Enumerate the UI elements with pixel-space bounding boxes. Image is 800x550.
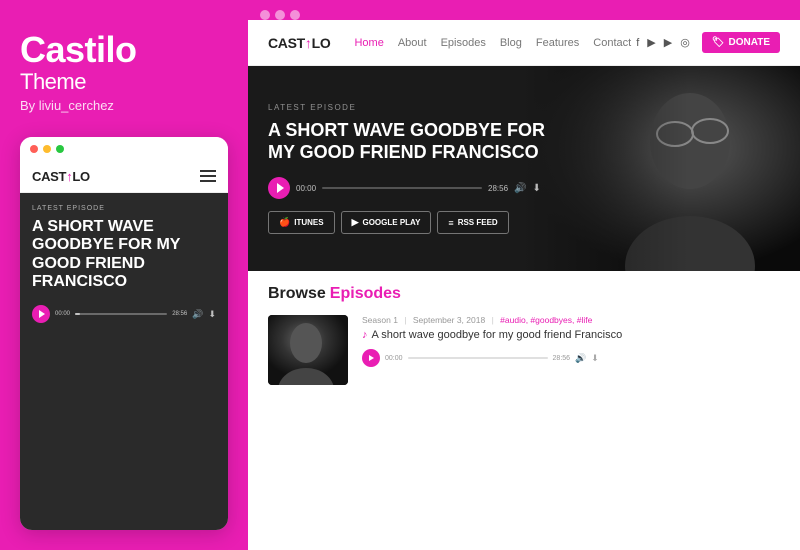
episode-name: ♪ A short wave goodbye for my good frien… xyxy=(362,329,780,341)
subscribe-buttons: 🍎 ITUNES ▶ GOOGLE PLAY ≡ RSS FEED xyxy=(268,211,780,234)
hero-time-end: 28:56 xyxy=(488,184,508,193)
right-panel: CAST↑LO Home About Episodes Blog Feature… xyxy=(248,0,800,550)
hero-volume-icon[interactable]: 🔊 xyxy=(514,183,526,194)
itunes-button[interactable]: 🍎 ITUNES xyxy=(268,211,335,234)
hamburger-bar-2 xyxy=(200,175,216,177)
donate-label: DONATE xyxy=(729,37,770,48)
mockup-time-start: 00:00 xyxy=(55,311,70,317)
browse-episodes-label: Episodes xyxy=(330,285,401,303)
mockup-player: 00:00 28:56 🔊 ⬇ xyxy=(32,305,216,323)
mockup-logo: CAST↑LO xyxy=(32,169,90,184)
brand-author: By liviu_cerchez xyxy=(20,98,228,113)
episode-date: September 3, 2018 xyxy=(413,315,485,325)
meta-separator-2: | xyxy=(492,315,494,325)
brand-title: Castilo Theme xyxy=(20,30,228,94)
facebook-icon[interactable]: f xyxy=(636,37,639,49)
mini-time-start: 00:00 xyxy=(385,355,403,362)
mockup-hero: LATEST EPISODE A SHORT WAVE GOODBYE FOR … xyxy=(20,193,228,530)
titlebar-dot-yellow xyxy=(43,145,51,153)
mockup-episode-title: A SHORT WAVE GOODBYE FOR MY GOOD FRIEND … xyxy=(32,218,216,292)
browser-dot-2 xyxy=(275,10,285,20)
site-logo: CAST↑LO xyxy=(268,35,330,51)
hero-progress-bar[interactable] xyxy=(322,187,482,189)
mockup-icons: 🔊 ⬇ xyxy=(192,309,216,320)
brand-section: Castilo Theme By liviu_cerchez xyxy=(20,30,228,113)
gplay-icon: ▶ xyxy=(352,217,359,228)
mini-player: 00:00 28:56 🔊 ⬇ xyxy=(362,349,780,367)
left-panel: Castilo Theme By liviu_cerchez CAST↑LO L… xyxy=(0,0,248,550)
meta-separator-1: | xyxy=(404,315,406,325)
mockup-progress-fill xyxy=(75,313,80,315)
mockup-latest-label: LATEST EPISODE xyxy=(32,205,216,212)
rss-feed-button[interactable]: ≡ RSS FEED xyxy=(437,211,508,234)
hero-audio-player: 00:00 28:56 🔊 ⬇ xyxy=(268,177,780,199)
mini-play-button[interactable] xyxy=(362,349,380,367)
mockup-time-end: 28:56 xyxy=(172,311,187,317)
episode-meta: Season 1 | September 3, 2018 | #audio, #… xyxy=(362,315,780,325)
episode-tags: #audio, #goodbyes, #life xyxy=(500,315,592,325)
hero-episode-title: A SHORT WAVE GOODBYE FOR MY GOOD FRIEND … xyxy=(268,120,568,163)
hero-player-icons: 🔊 ⬇ xyxy=(514,183,541,194)
titlebar-dot-green xyxy=(56,145,64,153)
nav-about[interactable]: About xyxy=(398,37,427,49)
browse-title: Browse xyxy=(268,285,326,303)
itunes-label: ITUNES xyxy=(294,218,323,227)
mobile-mockup: CAST↑LO LATEST EPISODE A SHORT WAVE GOOD… xyxy=(20,137,228,530)
mini-volume-icon[interactable]: 🔊 xyxy=(575,353,586,364)
latest-episode-label: LATEST EPISODE xyxy=(268,103,780,112)
browser-dot-1 xyxy=(260,10,270,20)
episode-thumbnail xyxy=(268,315,348,385)
browser-content: CAST↑LO Home About Episodes Blog Feature… xyxy=(248,20,800,550)
youtube-icon[interactable]: ▶ xyxy=(664,36,672,49)
nav-links: Home About Episodes Blog Features Contac… xyxy=(354,37,636,49)
mini-time-end: 28:56 xyxy=(553,355,571,362)
titlebar-dot-red xyxy=(30,145,38,153)
browser-chrome xyxy=(248,0,800,20)
episode-season: Season 1 xyxy=(362,315,398,325)
spotify-icon[interactable]: ◎ xyxy=(680,36,690,49)
nav-features[interactable]: Features xyxy=(536,37,579,49)
gplay-label: GOOGLE PLAY xyxy=(362,218,420,227)
episode-info: Season 1 | September 3, 2018 | #audio, #… xyxy=(362,315,780,367)
brand-subtitle: Theme xyxy=(20,70,228,94)
hamburger-bar-1 xyxy=(200,170,216,172)
hero-section: LATEST EPISODE A SHORT WAVE GOODBYE FOR … xyxy=(248,66,800,271)
episode-row: Season 1 | September 3, 2018 | #audio, #… xyxy=(268,315,780,385)
nav-episodes[interactable]: Episodes xyxy=(441,37,486,49)
social-icons: f ▶ ▶ ◎ xyxy=(636,36,690,49)
music-note-icon: ♪ xyxy=(362,329,368,341)
mini-player-icons: 🔊 ⬇ xyxy=(575,353,599,364)
mini-download-icon[interactable]: ⬇ xyxy=(591,353,599,364)
rss-icon: ≡ xyxy=(448,218,453,228)
mockup-progress-bar[interactable] xyxy=(75,313,167,315)
rss-label: RSS FEED xyxy=(458,218,498,227)
browse-header: Browse Episodes xyxy=(268,285,780,303)
hero-time-start: 00:00 xyxy=(296,184,316,193)
hamburger-bar-3 xyxy=(200,180,216,182)
hamburger-icon[interactable] xyxy=(200,170,216,182)
hero-content: LATEST EPISODE A SHORT WAVE GOODBYE FOR … xyxy=(248,66,800,271)
apple-icon: 🍎 xyxy=(279,217,290,228)
google-play-button[interactable]: ▶ GOOGLE PLAY xyxy=(341,211,432,234)
mockup-play-button[interactable] xyxy=(32,305,50,323)
donate-button[interactable]: 🏷 DONATE xyxy=(702,32,780,53)
episode-thumb-art xyxy=(268,315,348,385)
nav-contact[interactable]: Contact xyxy=(593,37,631,49)
nav-home[interactable]: Home xyxy=(354,37,383,49)
volume-icon: 🔊 xyxy=(192,309,203,320)
mockup-titlebar xyxy=(20,137,228,161)
hero-play-button[interactable] xyxy=(268,177,290,199)
mockup-nav: CAST↑LO xyxy=(20,161,228,193)
browse-section: Browse Episodes xyxy=(248,271,800,550)
donate-icon: 🏷 xyxy=(712,37,725,48)
hero-download-icon[interactable]: ⬇ xyxy=(533,183,541,194)
nav-blog[interactable]: Blog xyxy=(500,37,522,49)
play-circle-icon[interactable]: ▶ xyxy=(647,36,655,49)
site-nav: CAST↑LO Home About Episodes Blog Feature… xyxy=(248,20,800,66)
mini-progress-bar[interactable] xyxy=(408,357,548,359)
browser-dot-3 xyxy=(290,10,300,20)
download-icon: ⬇ xyxy=(208,309,216,320)
